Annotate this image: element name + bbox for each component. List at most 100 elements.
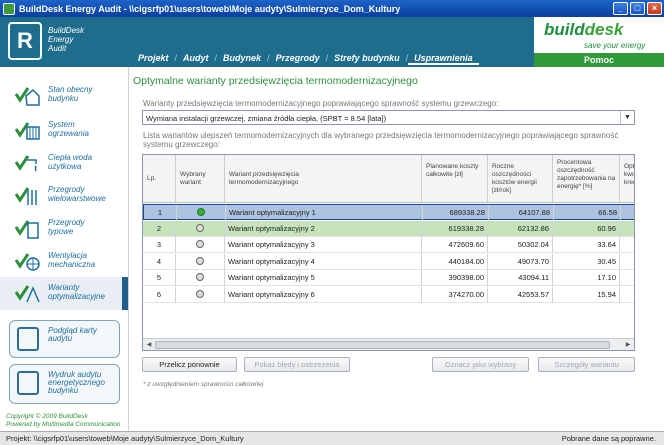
selected-radio[interactable] — [176, 270, 225, 286]
app-logo: R BuildDesk Energy Audit — [8, 22, 128, 62]
selected-radio[interactable] — [176, 286, 225, 303]
minimize-button[interactable]: _ — [613, 2, 628, 15]
cell-lp: 1 — [144, 205, 177, 221]
nav-usprawnienia[interactable]: Usprawnienia — [408, 53, 479, 65]
radio-icon[interactable] — [196, 273, 204, 282]
table-row[interactable]: 6 Wariant optymalizacyjny 6 374270.00 42553… — [143, 286, 634, 303]
col-planned-cost: Planowane koszty całkowite [zł] — [422, 155, 488, 203]
nav-przegrody[interactable]: Przegrody — [270, 53, 326, 65]
variant-list-label: Lista wariantów ulepszeń termomodernizac… — [143, 131, 619, 149]
wall-check-icon — [14, 220, 39, 239]
radio-icon[interactable] — [196, 240, 204, 249]
mark-selected-button[interactable]: Oznacz jako wybrany — [432, 357, 529, 372]
status-project-path: Projekt: \\cigsrfp01\users\toweb\Moje au… — [6, 434, 244, 443]
brand-part-1: build — [544, 20, 585, 39]
brand-logo: builddesk save your energy — [534, 17, 664, 53]
radio-icon[interactable] — [196, 256, 204, 265]
cell-savings: 50302.04 — [488, 237, 553, 253]
cell-savings: 64107.88 — [489, 205, 554, 221]
table-row[interactable]: 3 Wariant optymalizacyjny 3 472609.60 50302… — [143, 237, 634, 253]
cell-extra: 4 — [620, 221, 634, 237]
nav-projekt[interactable]: Projekt — [132, 53, 175, 65]
cell-pct: 15.94 — [553, 286, 620, 303]
cell-name: Wariant optymalizacyjny 5 — [225, 270, 422, 286]
page-title: Optymalne warianty przedsięwzięcia termo… — [133, 75, 418, 87]
nav-budynek[interactable]: Budynek — [217, 53, 267, 65]
cell-lp: 2 — [143, 220, 176, 237]
cell-name: Wariant optymalizacyjny 6 — [225, 286, 422, 303]
col-variant-name: Wariant przedsięwzięcia termomodernizacy… — [225, 155, 422, 203]
selected-radio[interactable] — [176, 237, 225, 253]
status-bar: Projekt: \\cigsrfp01\users\toweb\Moje au… — [0, 431, 664, 445]
nav-strefy-budynku[interactable]: Strefy budynku — [328, 53, 406, 65]
brand-part-2: desk — [584, 20, 624, 39]
cell-cost: 689338.28 — [423, 205, 489, 221]
main-nav: Projekt / Audyt / Budynek / Przegrody / Stre… — [132, 53, 479, 65]
table-row[interactable]: 5 Wariant optymalizacyjny 5 390398.00 43094… — [143, 270, 634, 286]
sidebar-item-stan-obecny[interactable]: Stan obecny budynku — [0, 79, 128, 112]
sidebar-item-ciepla-woda[interactable]: Ciepła woda użytkowa — [0, 147, 128, 180]
cell-pct: 33.64 — [553, 237, 620, 253]
variants-check-icon — [14, 285, 40, 303]
radio-icon[interactable] — [197, 208, 205, 217]
cell-extra — [621, 205, 634, 221]
nav-audyt[interactable]: Audyt — [177, 53, 215, 65]
show-errors-button[interactable]: Pokaż błędy i ostrzeżenia — [244, 357, 350, 372]
sidebar-item-wentylacja[interactable]: Wentylacja mechaniczna — [0, 245, 128, 278]
table-row[interactable]: 4 Wariant optymalizacyjny 4 440184.00 49073… — [143, 253, 634, 270]
maximize-button[interactable]: □ — [630, 2, 645, 15]
chevron-down-icon[interactable]: ▼ — [620, 111, 634, 124]
app-header: R BuildDesk Energy Audit builddesk save … — [0, 17, 664, 67]
fan-check-icon — [14, 253, 40, 271]
copyright-text: Copyright © 2009 BuildDesk Powered by Mu… — [6, 413, 121, 428]
scroll-left-icon[interactable]: ◀ — [144, 340, 154, 350]
variant-details-button[interactable]: Szczegóły wariantu — [538, 357, 635, 372]
cell-extra — [620, 254, 634, 270]
app-icon — [3, 2, 15, 15]
sidebar-item-przegrody-wielowarstwowe[interactable]: Przegrody wielowarstwowe — [0, 179, 128, 212]
logo-mark-icon: R — [8, 22, 42, 60]
sidebar-item-system-ogrzewania[interactable]: System ogrzewania — [0, 114, 128, 147]
help-button[interactable]: Pomoc — [534, 53, 664, 67]
cell-cost: 390398.00 — [422, 270, 488, 286]
cell-cost: 619338.28 — [422, 220, 488, 237]
preview-audit-card-button[interactable]: Podgląd karty audytu — [9, 320, 120, 358]
selected-radio[interactable] — [176, 220, 225, 237]
variant-select[interactable]: Wymiana instalacji grzewczej, zmiana źró… — [142, 110, 635, 125]
cell-lp: 5 — [143, 270, 176, 286]
cell-pct: 66.58 — [554, 205, 621, 221]
cell-extra — [620, 287, 634, 303]
sidebar-item-przegrody-typowe[interactable]: Przegrody typowe — [0, 212, 128, 245]
document-preview-icon — [17, 327, 39, 351]
horizontal-scrollbar[interactable]: ◀ ▶ — [143, 338, 634, 350]
table-row[interactable]: 2 Wariant optymalizacyjny 2 619338.28 62132… — [143, 220, 634, 237]
scroll-right-icon[interactable]: ▶ — [623, 340, 633, 350]
scrollbar-thumb[interactable] — [155, 341, 610, 349]
cell-cost: 374270.00 — [422, 286, 488, 303]
cell-name: Wariant optymalizacyjny 3 — [225, 237, 422, 253]
selected-radio[interactable] — [177, 205, 226, 221]
cell-savings: 62132.86 — [488, 220, 553, 237]
radio-icon[interactable] — [196, 289, 204, 298]
house-check-icon — [14, 87, 40, 106]
cell-pct: 30.45 — [553, 253, 620, 270]
selected-radio[interactable] — [176, 253, 225, 270]
window-titlebar: BuildDesk Energy Audit - \\cigsrfp01\use… — [0, 0, 664, 17]
brand-tagline: save your energy — [584, 41, 646, 50]
variants-table: Lp. Wybrany wariant Wariant przedsięwzię… — [142, 154, 635, 351]
close-button[interactable]: × — [647, 2, 662, 15]
radio-icon[interactable] — [196, 223, 204, 232]
print-audit-button[interactable]: Wydruk audytu energetycznego budynku — [9, 364, 120, 404]
logo-line-3: Audit — [48, 44, 67, 53]
variant-select-label: Warianty przedsięwzięcia termomodernizac… — [143, 99, 499, 108]
cell-extra — [620, 270, 634, 286]
cell-pct: 17.10 — [553, 270, 620, 286]
col-selected: Wybrany wariant — [176, 155, 225, 203]
variant-select-value: Wymiana instalacji grzewczej, zmiana źró… — [146, 114, 387, 123]
table-row[interactable]: 1 Wariant optymalizacyjny 1 689338.28 64107… — [143, 204, 634, 221]
status-message: Pobrane dane są poprawne. — [561, 434, 656, 443]
recalculate-button[interactable]: Przelicz ponownie — [142, 357, 237, 372]
print-document-icon — [17, 371, 39, 395]
sidebar-item-warianty[interactable]: Warianty optymalizacyjne — [0, 277, 128, 310]
col-lp: Lp. — [143, 155, 176, 203]
